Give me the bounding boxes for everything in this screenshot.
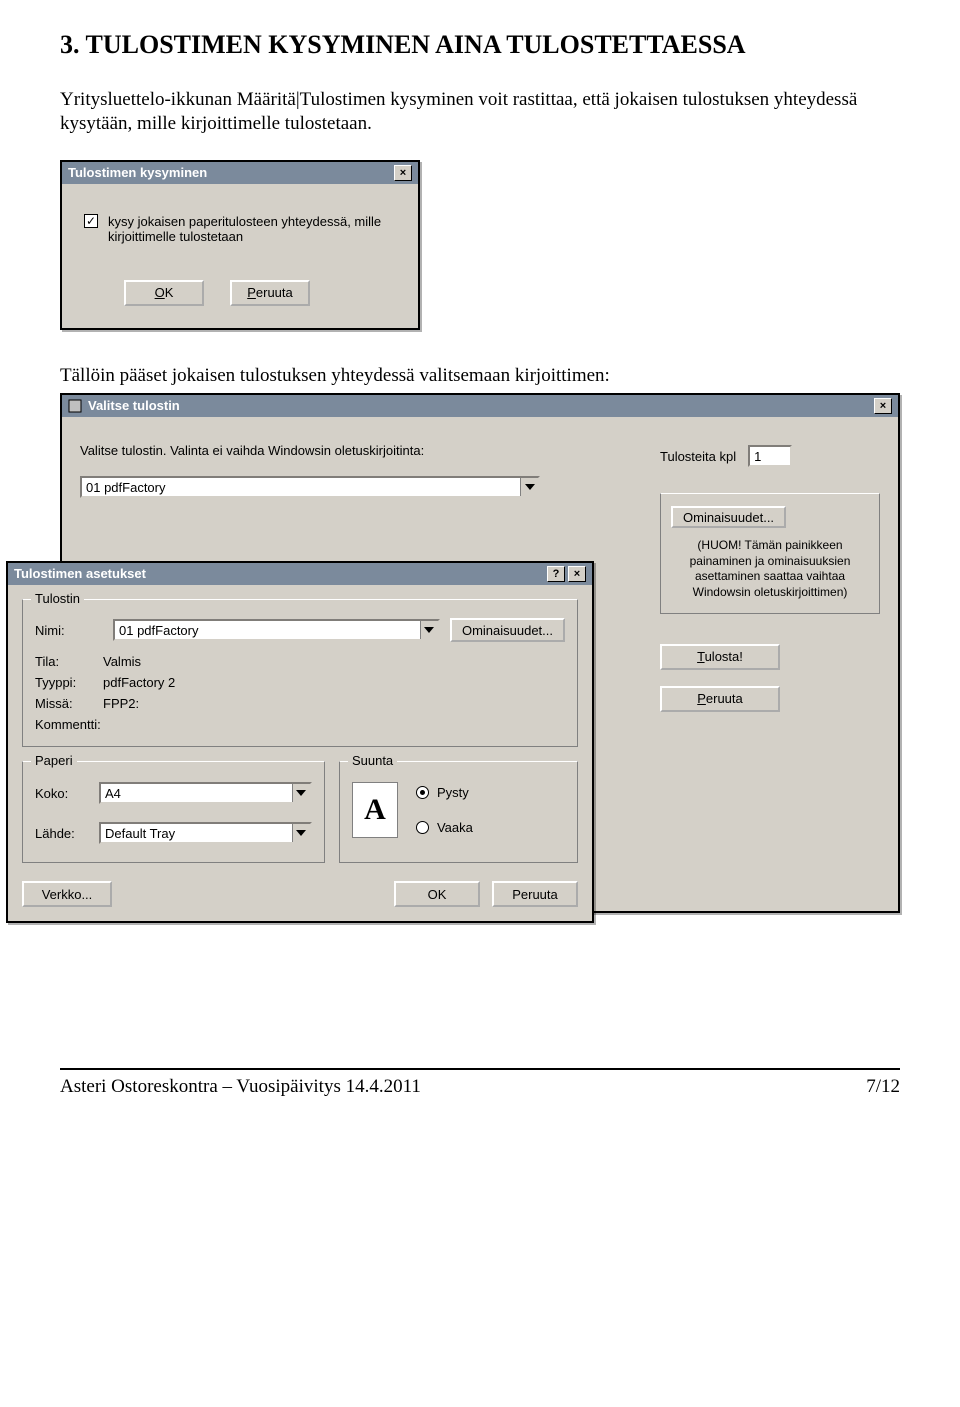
cancel-label: Peruuta (512, 887, 558, 902)
titlebar: Valitse tulostin × (62, 395, 898, 417)
printer-group-legend: Tulostin (31, 591, 84, 606)
size-label: Koko: (35, 786, 89, 801)
where-label: Missä: (35, 696, 103, 711)
instruction-text: Valitse tulostin. Valinta ei vaihda Wind… (80, 443, 638, 458)
help-icon[interactable]: ? (547, 566, 565, 582)
ok-button[interactable]: OK (394, 881, 480, 907)
printer-group: Tulostin Nimi: 01 pdfFactory Ominaisuude… (22, 599, 578, 747)
cancel-button[interactable]: Peruuta (230, 280, 310, 306)
titlebar: Tulostimen asetukset ? × (8, 563, 592, 585)
comment-label: Kommentti: (35, 717, 103, 732)
properties-group: Ominaisuudet... (HUOM! Tämän painikkeen … (660, 493, 880, 613)
cancel-button[interactable]: Peruuta (660, 686, 780, 712)
titlebar: Tulostimen kysyminen × (62, 162, 418, 184)
where-value: FPP2: (103, 696, 139, 711)
app-icon (68, 399, 82, 413)
orientation-preview-icon: A (352, 782, 398, 838)
copies-label: Tulosteita kpl (660, 449, 736, 464)
close-icon[interactable]: × (394, 165, 412, 181)
type-value: pdfFactory 2 (103, 675, 175, 690)
ask-printer-checkbox[interactable]: ✓ (84, 214, 98, 228)
intro-paragraph: Yritysluettelo-ikkunan Määritä|Tulostime… (60, 88, 900, 136)
printer-select-value: 01 pdfFactory (86, 480, 166, 495)
chevron-down-icon (420, 621, 438, 639)
paper-source-value: Default Tray (105, 826, 175, 841)
paper-source-select[interactable]: Default Tray (99, 822, 312, 844)
paper-group: Paperi Koko: A4 Lähde: (22, 761, 325, 863)
portrait-label: Pysty (437, 785, 469, 800)
footer-left: Asteri Ostoreskontra – Vuosipäivitys 14.… (60, 1076, 421, 1098)
paper-size-select[interactable]: A4 (99, 782, 312, 804)
checkmark-icon: ✓ (86, 215, 96, 227)
chevron-down-icon (292, 784, 310, 802)
radio-icon (416, 786, 429, 799)
portrait-radio[interactable]: Pysty (416, 785, 473, 800)
close-icon[interactable]: × (568, 566, 586, 582)
ok-label: OK (428, 887, 447, 902)
properties-button-label: Ominaisuudet... (683, 510, 774, 525)
status-value: Valmis (103, 654, 141, 669)
close-icon[interactable]: × (874, 398, 892, 414)
printer-name-select[interactable]: 01 pdfFactory (113, 619, 440, 641)
cancel-button[interactable]: Peruuta (492, 881, 578, 907)
section-heading: 3. TULOSTIMEN KYSYMINEN AINA TULOSTETTAE… (60, 30, 900, 60)
type-label: Tyyppi: (35, 675, 103, 690)
ok-button[interactable]: OK (124, 280, 204, 306)
name-label: Nimi: (35, 623, 103, 638)
printer-name-value: 01 pdfFactory (119, 623, 199, 638)
chevron-down-icon (292, 824, 310, 842)
dialog-title: Valitse tulostin (88, 395, 180, 417)
dialog-title: Tulostimen kysyminen (68, 162, 207, 184)
dialog-title: Tulostimen asetukset (14, 563, 146, 585)
copies-value: 1 (754, 449, 761, 464)
footer-page-number: 7/12 (866, 1076, 900, 1098)
checkbox-label: kysy jokaisen paperitulosteen yhteydessä… (108, 214, 388, 244)
paper-size-value: A4 (105, 786, 121, 801)
copies-input[interactable]: 1 (748, 445, 792, 467)
print-button[interactable]: Tulosta! (660, 644, 780, 670)
landscape-radio[interactable]: Vaaka (416, 820, 473, 835)
orientation-group-legend: Suunta (348, 753, 397, 768)
paper-group-legend: Paperi (31, 753, 77, 768)
chevron-down-icon (520, 478, 538, 496)
properties-note: (HUOM! Tämän painikkeen painaminen ja om… (671, 538, 869, 600)
printer-select[interactable]: 01 pdfFactory (80, 476, 540, 498)
properties-button[interactable]: Ominaisuudet... (450, 618, 565, 642)
orientation-group: Suunta A Pysty (339, 761, 578, 863)
printer-prompt-dialog: Tulostimen kysyminen × ✓ kysy jokaisen p… (60, 160, 420, 330)
second-paragraph: Tällöin pääset jokaisen tulostuksen yhte… (60, 364, 900, 388)
status-label: Tila: (35, 654, 103, 669)
network-button[interactable]: Verkko... (22, 881, 112, 907)
properties-button-label: Ominaisuudet... (462, 623, 553, 638)
network-button-label: Verkko... (42, 887, 93, 902)
printer-settings-dialog: Tulostimen asetukset ? × Tulostin Nimi: … (6, 561, 594, 923)
landscape-label: Vaaka (437, 820, 473, 835)
radio-icon (416, 821, 429, 834)
source-label: Lähde: (35, 826, 89, 841)
properties-button[interactable]: Ominaisuudet... (671, 506, 786, 528)
